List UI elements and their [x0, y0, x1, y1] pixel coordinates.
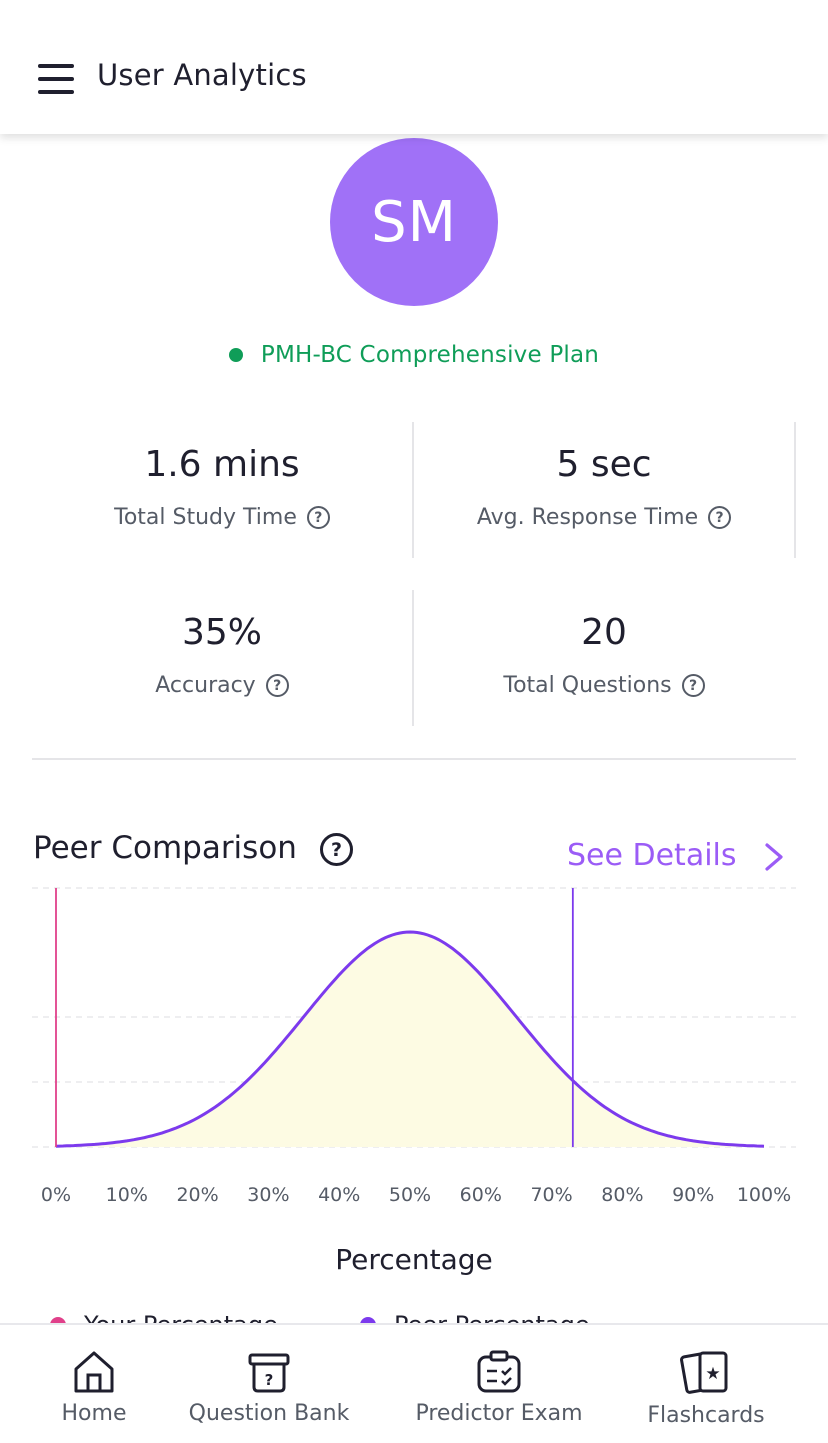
question-bank-icon: ?	[248, 1353, 290, 1393]
nav-home[interactable]: Home	[44, 1325, 144, 1443]
section-divider	[32, 758, 796, 760]
flashcards-icon: ★	[680, 1351, 728, 1394]
home-icon	[74, 1351, 114, 1393]
predictor-exam-icon	[477, 1350, 521, 1393]
x-tick-label: 90%	[672, 1184, 714, 1206]
avatar: SM	[330, 138, 498, 306]
plan-name: PMH-BC Comprehensive Plan	[260, 342, 600, 368]
help-icon[interactable]: ?	[708, 506, 732, 529]
chevron-right-icon[interactable]	[760, 842, 790, 872]
nav-label: Home	[61, 1401, 127, 1426]
app-header: User Analytics	[0, 0, 828, 134]
stat-value: 20	[581, 612, 627, 653]
nav-label: Flashcards	[647, 1403, 765, 1428]
help-icon[interactable]: ?	[265, 674, 289, 697]
help-icon[interactable]: ?	[306, 506, 330, 529]
stat-label: Accuracy	[155, 673, 256, 698]
stat-label: Avg. Response Time	[476, 505, 699, 530]
bottom-nav: Home ? Question Bank Predictor Exam ★ Fl…	[0, 1323, 828, 1443]
x-tick-label: 50%	[389, 1184, 431, 1206]
stat-label: Total Study Time	[114, 505, 297, 530]
x-tick-label: 10%	[106, 1184, 148, 1206]
avatar-initials: SM	[371, 189, 457, 255]
see-details-link[interactable]: See Details	[567, 838, 737, 873]
stat-value: 35%	[181, 612, 262, 653]
divider	[412, 590, 414, 726]
stat-accuracy: 35% Accuracy?	[32, 612, 412, 698]
stat-label: Total Questions	[503, 673, 672, 698]
divider	[794, 422, 796, 558]
plan-status-dot	[228, 348, 243, 362]
x-tick-label: 80%	[601, 1184, 643, 1206]
x-axis-title: Percentage	[335, 1243, 493, 1276]
svg-text:?: ?	[265, 1371, 274, 1389]
distribution-area	[56, 932, 764, 1147]
divider	[412, 422, 414, 558]
nav-question-bank[interactable]: ? Question Bank	[184, 1325, 354, 1443]
stat-value: 1.6 mins	[144, 444, 300, 485]
stat-value: 5 sec	[556, 444, 652, 485]
x-tick-label: 60%	[460, 1184, 502, 1206]
page-title: User Analytics	[97, 58, 307, 92]
chart-legend: Your Percentage Peer Percentage	[0, 1305, 828, 1325]
svg-text:★: ★	[705, 1364, 720, 1384]
stat-avg-response-time: 5 sec Avg. Response Time?	[414, 444, 794, 530]
stat-total-questions: 20 Total Questions?	[414, 612, 794, 698]
x-tick-label: 100%	[737, 1184, 791, 1206]
plan-badge: PMH-BC Comprehensive Plan	[0, 342, 828, 368]
menu-icon[interactable]	[38, 64, 74, 94]
nav-predictor-exam[interactable]: Predictor Exam	[410, 1325, 588, 1443]
nav-flashcards[interactable]: ★ Flashcards	[640, 1325, 772, 1443]
help-icon[interactable]: ?	[320, 833, 353, 866]
x-tick-label: 30%	[247, 1184, 289, 1206]
nav-label: Predictor Exam	[415, 1401, 583, 1426]
section-title: Peer Comparison	[33, 830, 297, 866]
stat-total-study-time: 1.6 mins Total Study Time?	[32, 444, 412, 530]
help-icon[interactable]: ?	[681, 674, 705, 697]
nav-label: Question Bank	[188, 1401, 350, 1426]
x-tick-label: 0%	[41, 1184, 71, 1206]
x-tick-label: 70%	[530, 1184, 572, 1206]
peer-comparison-chart: 0% 10% 20% 30% 40% 50% 60% 70% 80% 90% 100%	[32, 887, 796, 1206]
x-tick-label: 40%	[318, 1184, 360, 1206]
x-tick-label: 20%	[176, 1184, 218, 1206]
